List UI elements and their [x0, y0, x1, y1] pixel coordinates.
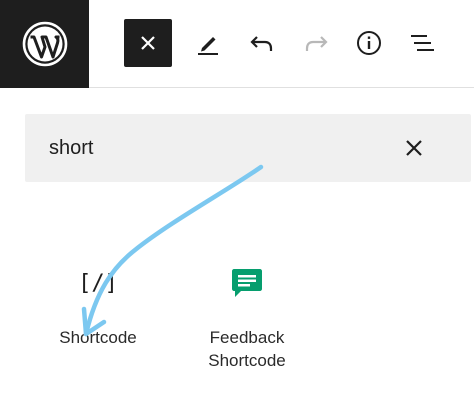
editor-toolbar: [0, 0, 474, 88]
wordpress-logo-icon: [22, 21, 67, 67]
search-input[interactable]: [49, 114, 409, 182]
block-label: Shortcode: [59, 328, 137, 347]
redo-button[interactable]: [292, 19, 340, 67]
feedback-icon: [177, 264, 317, 302]
info-icon: [357, 31, 381, 55]
block-feedback-shortcode[interactable]: Feedback Shortcode: [177, 256, 317, 376]
shortcode-icon: [/]: [78, 270, 118, 296]
block-search: [25, 114, 471, 182]
list-view-button[interactable]: [398, 19, 446, 67]
undo-button[interactable]: [238, 19, 286, 67]
clear-search-button[interactable]: [397, 131, 431, 165]
block-shortcode[interactable]: [/] Shortcode: [28, 256, 168, 376]
block-label: Feedback Shortcode: [177, 326, 317, 372]
tools-edit-button[interactable]: [184, 19, 232, 67]
list-view-icon: [411, 35, 434, 51]
block-label-line: Feedback: [209, 328, 285, 347]
undo-icon: [250, 36, 273, 51]
redo-icon: [305, 36, 328, 51]
close-icon: [141, 36, 155, 50]
wordpress-logo-button[interactable]: [0, 0, 89, 88]
block-label-line: Shortcode: [208, 351, 286, 370]
pencil-icon: [198, 37, 218, 55]
close-icon: [406, 140, 422, 156]
close-inserter-button[interactable]: [124, 19, 172, 67]
details-button[interactable]: [345, 19, 393, 67]
